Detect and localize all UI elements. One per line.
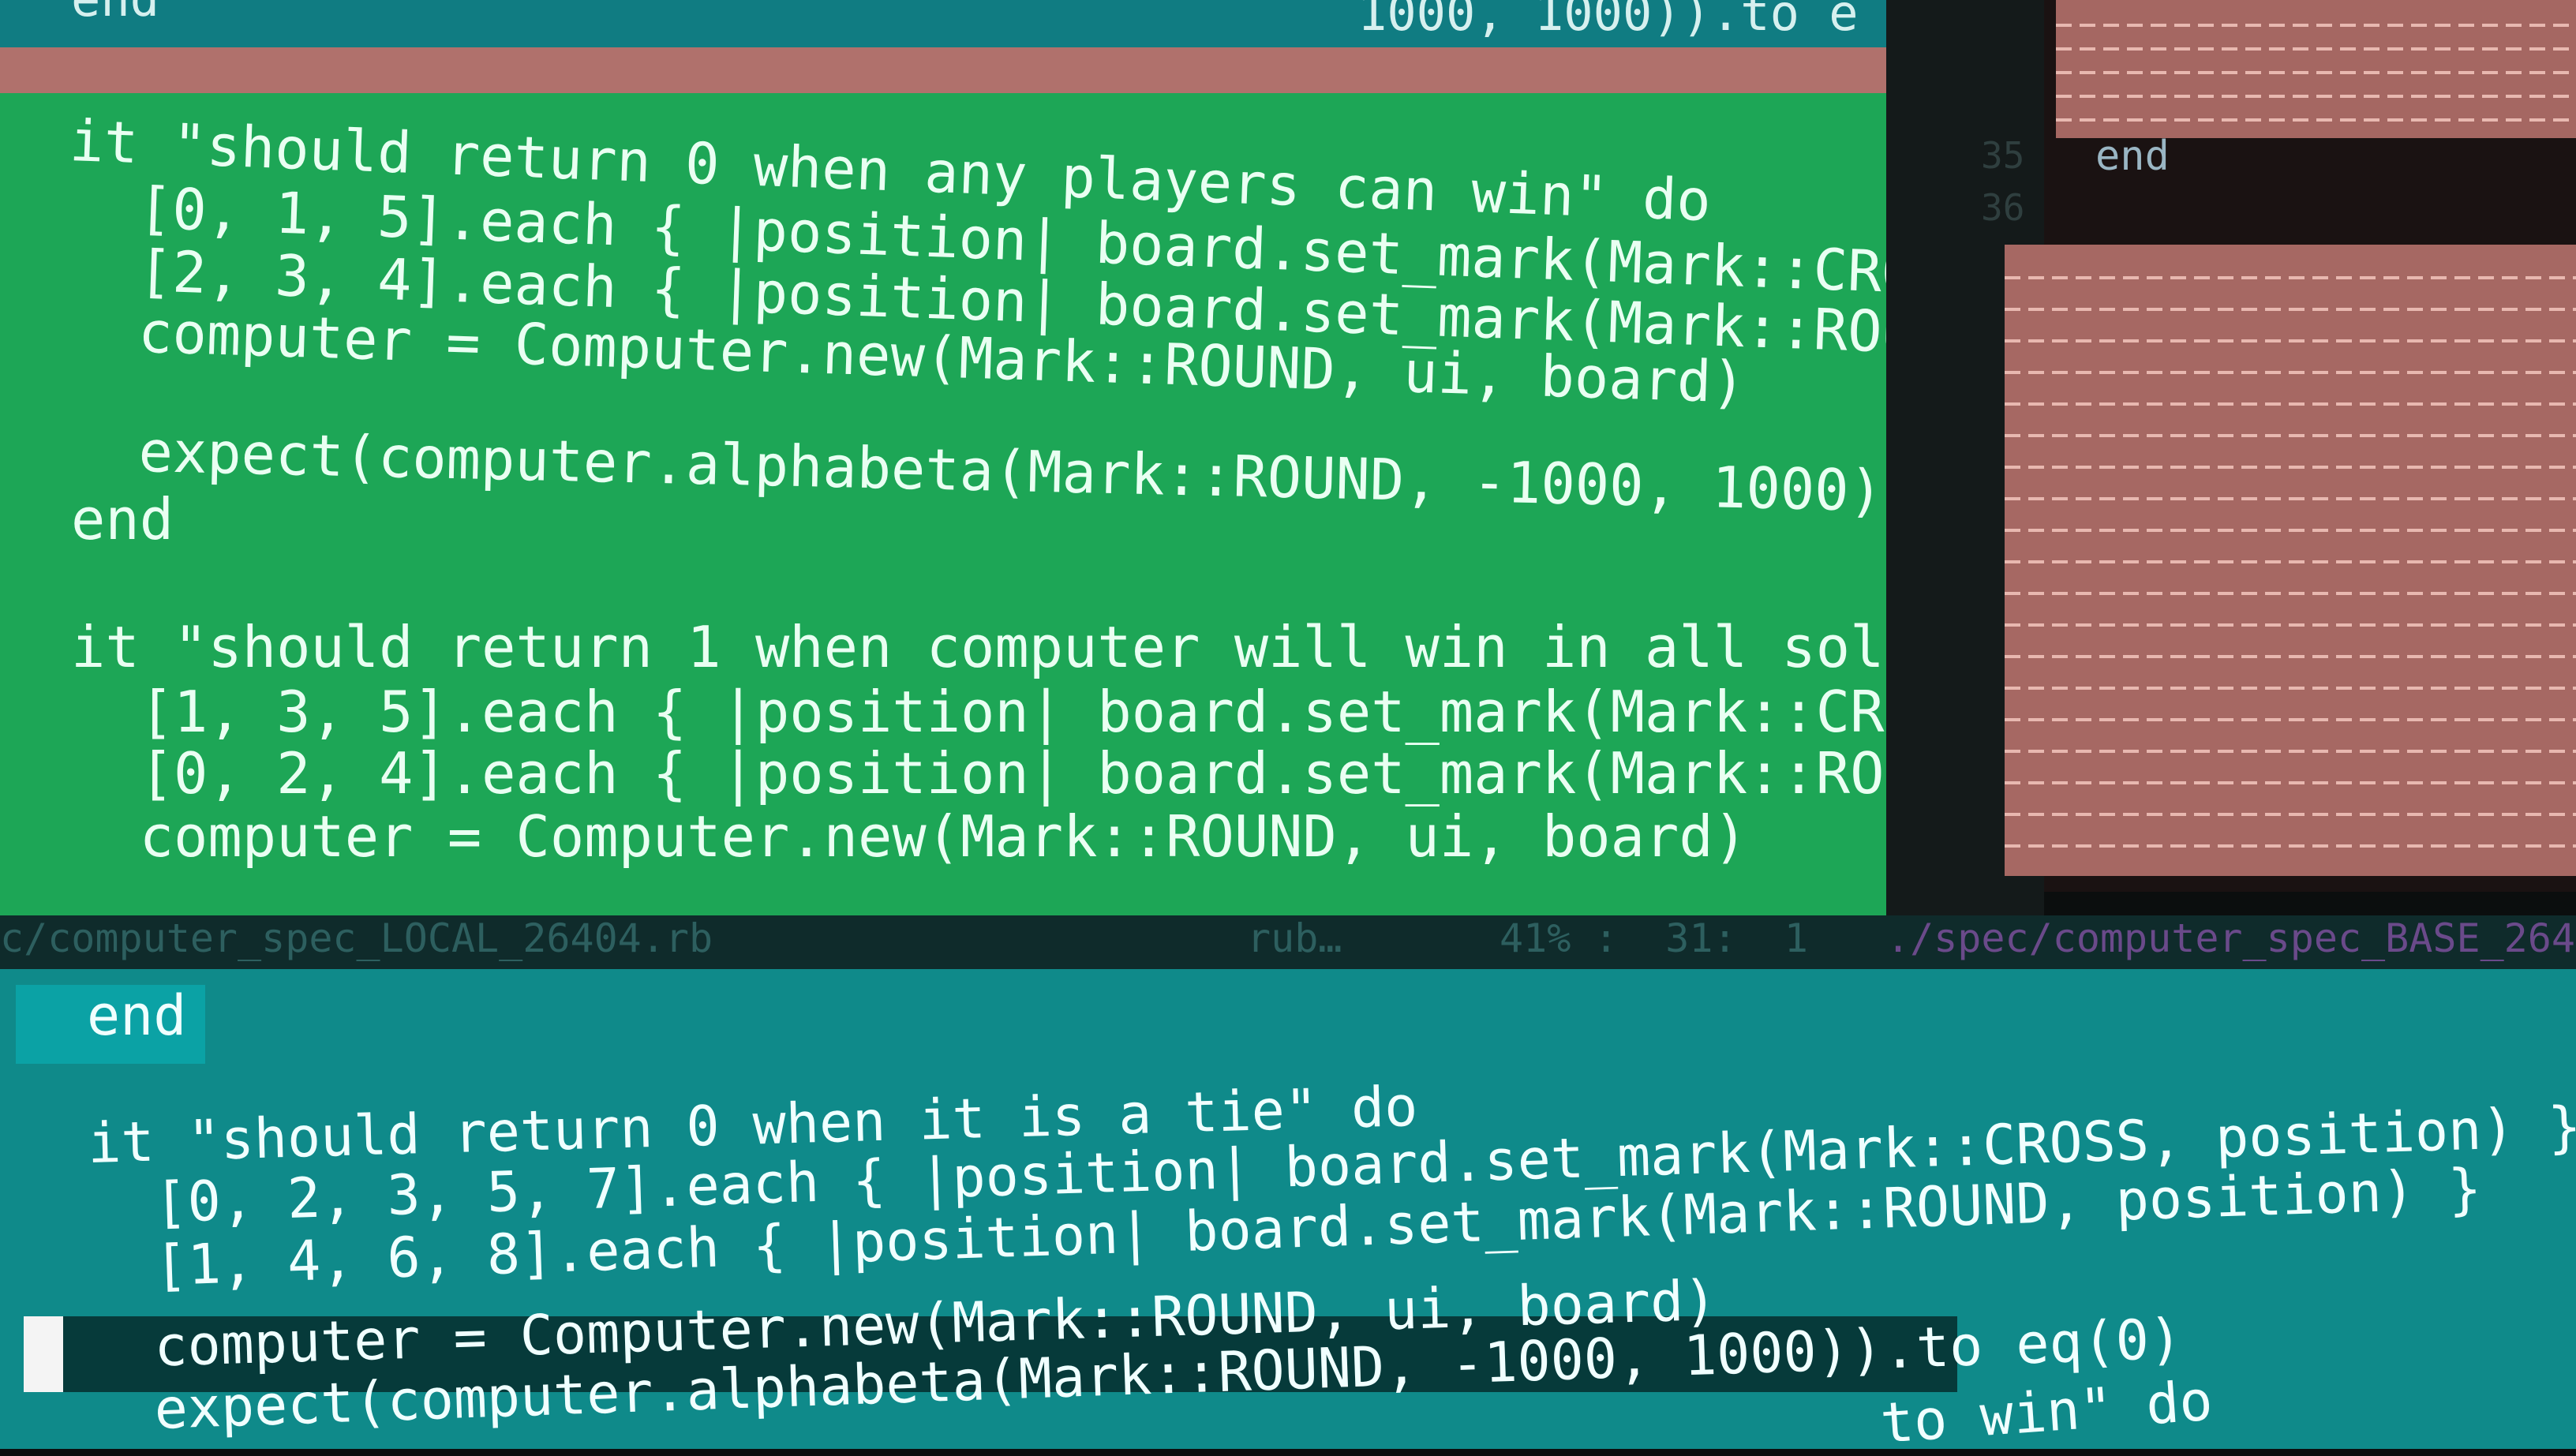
code-line: [1, 3, 5].each { |position| board.set_ma… bbox=[71, 679, 2090, 745]
line-number: 35 bbox=[1981, 134, 2025, 177]
top-end-text: end bbox=[71, 0, 159, 28]
code-line: end bbox=[87, 983, 187, 1048]
bottom-merge-pane[interactable]: end it "should return 0 when it is a tie… bbox=[0, 969, 2576, 1456]
status-left-filename: c/computer_spec_LOCAL_26404.rb bbox=[0, 915, 713, 961]
code-line: it "should return 1 when computer will w… bbox=[71, 614, 2090, 680]
previous-hunk-strip: end 1000, 1000)).to e bbox=[0, 0, 1894, 93]
status-filetype: rub… bbox=[1247, 915, 1342, 961]
status-cursor-position: : 31: 1 bbox=[1594, 915, 1808, 961]
text-cursor[interactable] bbox=[24, 1316, 63, 1392]
right-pane-deleted-block bbox=[2005, 245, 2576, 876]
left-diff-pane[interactable]: it "should return 0 when any players can… bbox=[0, 93, 2090, 922]
code-line: [0, 2, 4].each { |position| board.set_ma… bbox=[71, 740, 2090, 807]
code-line: end bbox=[71, 486, 174, 552]
right-end-text: end bbox=[2095, 133, 2170, 180]
line-number: 36 bbox=[1981, 186, 2025, 229]
status-percent: 41% bbox=[1500, 915, 1571, 961]
top-fragment-text: 1000, 1000)).to e bbox=[1357, 0, 1859, 42]
status-right-filename: ./spec/computer_spec_BASE_26404.rb bbox=[1886, 915, 2576, 961]
status-line: c/computer_spec_LOCAL_26404.rb rub… 41% … bbox=[0, 915, 2576, 969]
right-pane-deleted-block-top bbox=[2056, 0, 2576, 138]
code-line: computer = Computer.new(Mark::ROUND, ui,… bbox=[71, 803, 1748, 870]
code-line: expect(computer.alphabeta(Mark::ROUND, -… bbox=[69, 417, 2089, 530]
